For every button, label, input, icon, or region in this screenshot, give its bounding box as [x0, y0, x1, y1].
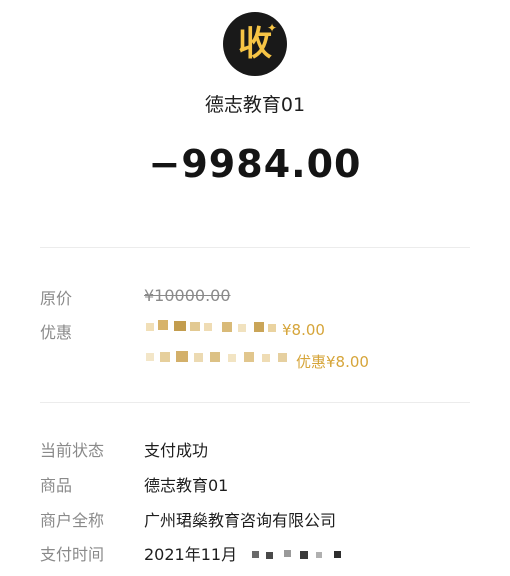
divider	[40, 402, 470, 403]
status-label: 当前状态	[40, 441, 105, 460]
discount-label: 优惠	[40, 323, 73, 342]
sparkle-icon: ✦	[266, 21, 277, 35]
payment-amount: −9984.00	[148, 142, 362, 186]
divider	[40, 247, 470, 248]
pay-time-value: 2021年11月	[144, 545, 238, 564]
discount-2-amount: 优惠¥8.00	[296, 353, 369, 371]
pay-time-label: 支付时间	[40, 545, 105, 564]
merchant-fullname-label: 商户全称	[40, 511, 105, 530]
merchant-fullname-value: 广州珺燊教育咨询有限公司	[144, 511, 337, 530]
discount-1-amount: ¥8.00	[282, 321, 325, 339]
merchant-name: 德志教育01	[204, 94, 306, 116]
product-value: 德志教育01	[144, 476, 229, 495]
original-price-value: ¥10000.00	[144, 286, 231, 305]
merchant-logo: 收 ✦	[223, 12, 287, 76]
original-price-label: 原价	[40, 289, 73, 308]
product-label: 商品	[40, 476, 73, 495]
status-value: 支付成功	[144, 441, 209, 460]
